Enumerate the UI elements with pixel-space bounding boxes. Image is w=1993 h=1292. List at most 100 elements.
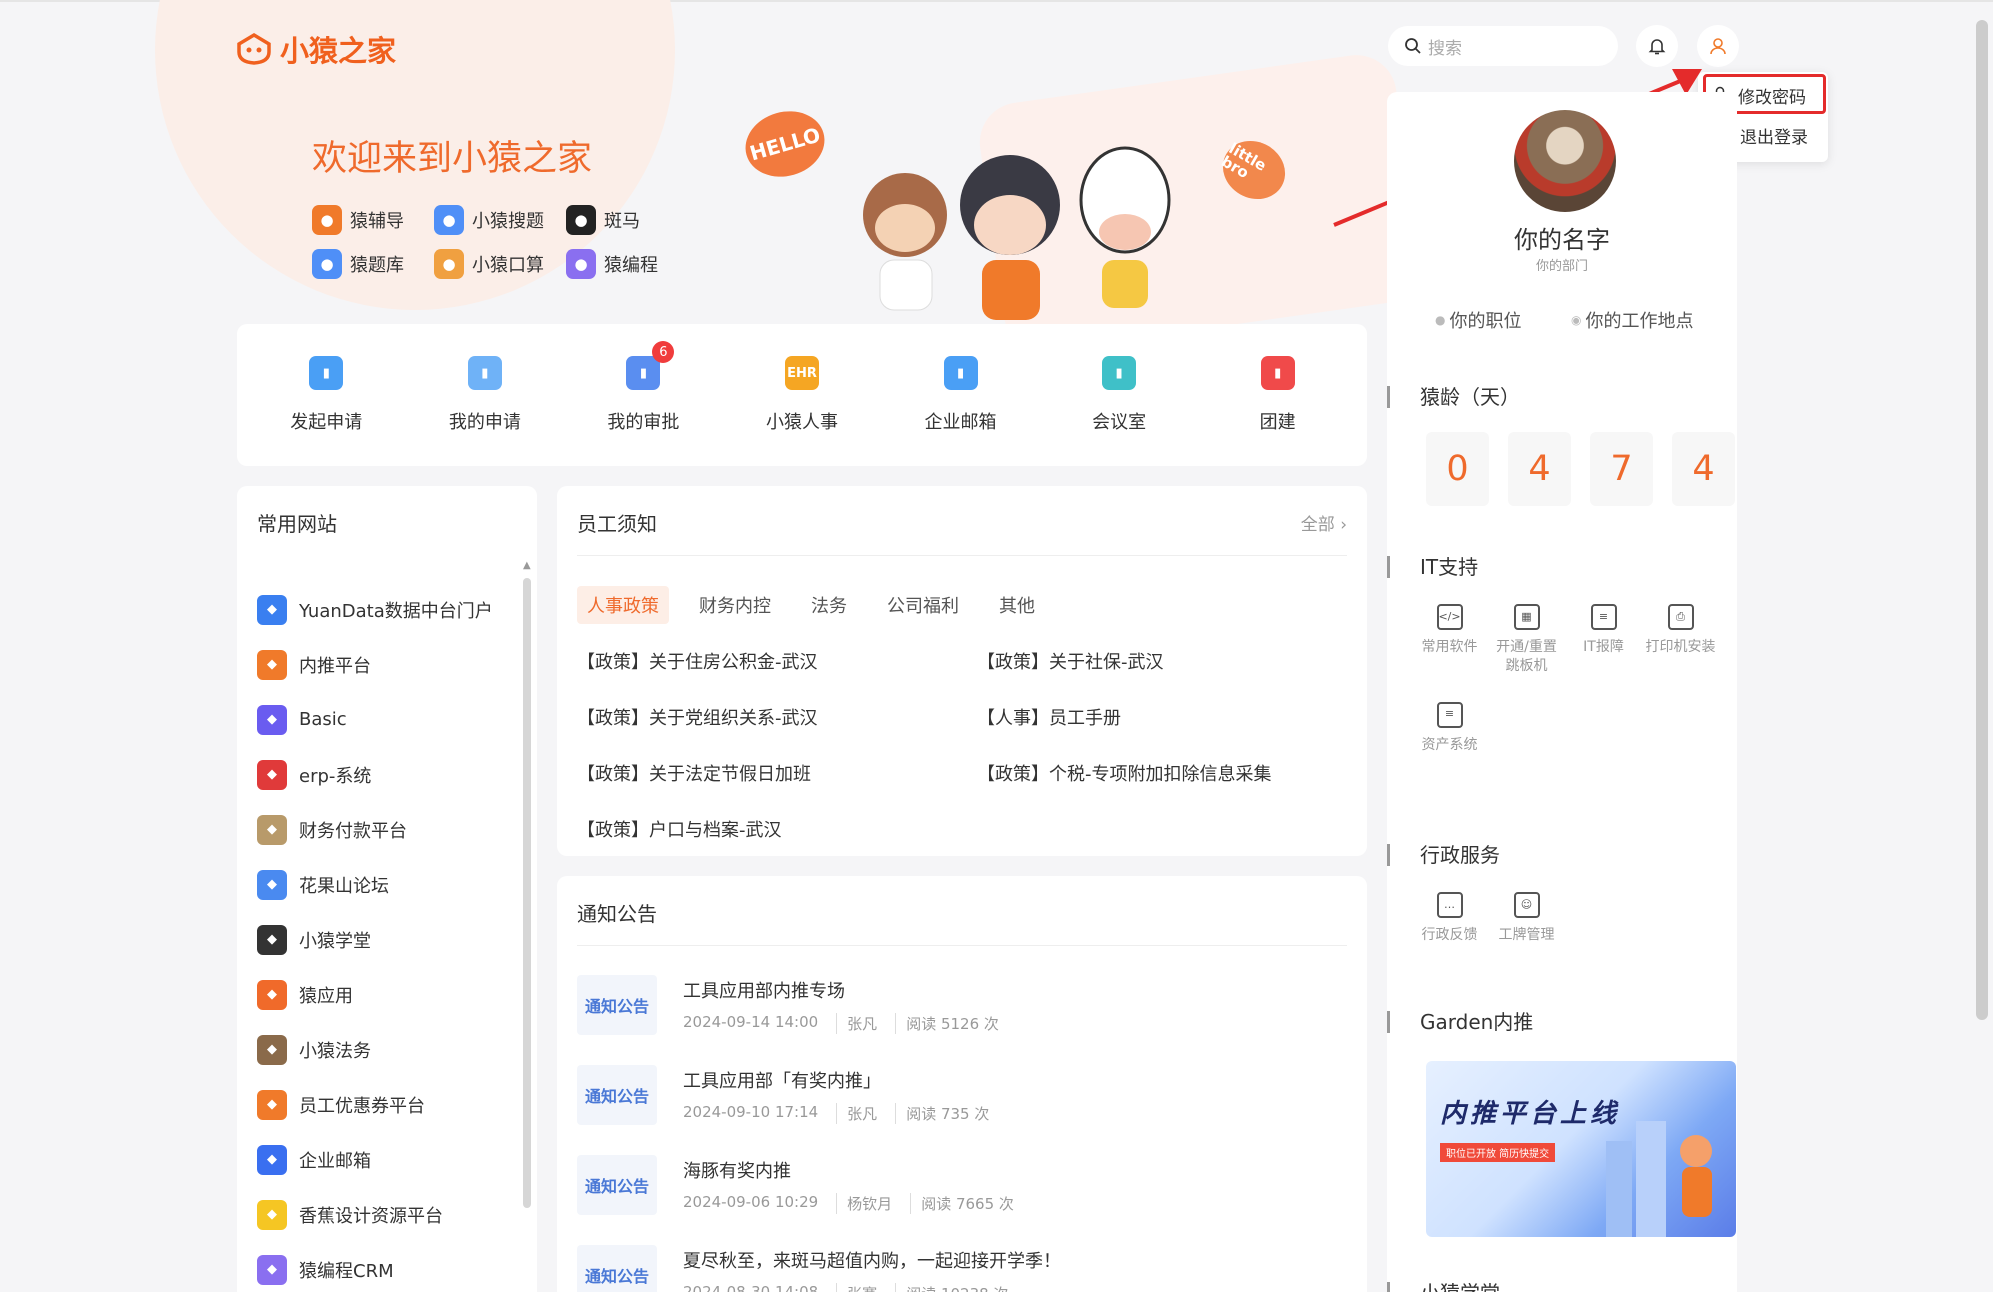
garden-banner-title: 内推平台上线	[1440, 1099, 1621, 1129]
policy-link[interactable]: 【政策】个税-专项附加扣除信息采集	[977, 760, 1357, 786]
garden-banner[interactable]: 内推平台上线 职位已开放 简历快提交	[1426, 1061, 1736, 1237]
product-link[interactable]: ● 猿辅导	[312, 205, 434, 235]
notice-tab[interactable]: 财务内控	[689, 586, 781, 624]
quick-action-my-apply[interactable]: ▮ 我的申请	[430, 356, 540, 434]
announcement-thumbnail-label: 通知公告	[584, 997, 649, 1016]
site-item[interactable]: ◆ erp-系统	[257, 747, 527, 802]
notice-tab[interactable]: 其他	[989, 586, 1045, 624]
site-label: 企业邮箱	[299, 1150, 371, 1172]
announcement-body: 工具应用部内推专场 2024-09-14 14:00 张凡 阅读 5126 次	[683, 977, 1017, 1034]
basic-icon: ◆	[257, 704, 287, 735]
quick-action-mail[interactable]: ▮ 企业邮箱	[906, 356, 1016, 434]
product-link[interactable]: ● 猿编程	[566, 249, 676, 279]
scrollbar-thumb[interactable]	[523, 578, 531, 1208]
profile-avatar[interactable]	[1514, 110, 1616, 212]
product-link[interactable]: ● 小猿搜题	[434, 205, 566, 235]
quick-action-meeting-room[interactable]: ▮ 会议室	[1064, 356, 1174, 434]
tenure-digit: 4	[1672, 432, 1735, 506]
announcement-item[interactable]: 通知公告 夏尽秋至，来斑马超值内购，一起迎接开学季！ 2024-08-30 14:0…	[577, 1230, 1347, 1292]
quick-action-label: 发起申请	[290, 412, 363, 433]
site-item[interactable]: ◆ 员工优惠券平台	[257, 1077, 527, 1132]
logo[interactable]: 小猿之家	[236, 28, 396, 70]
hello-badge: HELLO	[737, 102, 833, 186]
it_support-item[interactable]: </> 常用软件	[1411, 604, 1488, 676]
site-list: ◆ YuanData数据中台门户 ◆ 内推平台 ◆ Basic ◆ erp-系统 ◆ 财务付款平台…	[257, 582, 527, 1292]
page-scrollbar[interactable]	[1976, 20, 1988, 1020]
garden-title: Garden内推	[1387, 1011, 1737, 1033]
site-item[interactable]: ◆ Basic	[257, 692, 527, 747]
finance-icon: ◆	[257, 814, 287, 845]
announcement-title: 海豚有奖内推	[683, 1160, 791, 1182]
it_support-item[interactable]: ▦ 开通/重置 跳板机	[1488, 604, 1565, 676]
site-item[interactable]: ◆ 猿应用	[257, 967, 527, 1022]
site-label: YuanData数据中台门户	[299, 600, 493, 622]
site-item[interactable]: ◆ 财务付款平台	[257, 802, 527, 857]
profile-position-label: 你的职位	[1449, 311, 1522, 332]
site-item[interactable]: ◆ 香蕉设计资源平台	[257, 1187, 527, 1242]
announcement-item[interactable]: 通知公告 工具应用部内推专场 2024-09-14 14:00 张凡 阅读 5126 次	[577, 960, 1347, 1050]
product-link-label: 小猿搜题	[472, 211, 544, 232]
announcement-author: 张凡	[836, 1012, 895, 1034]
announcement-item[interactable]: 通知公告 工具应用部「有奖内推」 2024-09-10 17:14 张凡 阅读 735 …	[577, 1050, 1347, 1140]
policy-link[interactable]: 【政策】关于社保-武汉	[977, 648, 1357, 674]
meeting-room-icon: ▮	[1102, 356, 1137, 390]
product-link[interactable]: ● 斑马	[566, 205, 676, 235]
it_support-item[interactable]: ≡ 资产系统	[1411, 701, 1488, 755]
kousuan-icon: ●	[434, 249, 464, 279]
view-all-link[interactable]: 全部 ›	[1301, 510, 1347, 535]
product-link[interactable]: ● 小猿口算	[434, 249, 566, 279]
admin-item[interactable]: ☺ 工牌管理	[1488, 892, 1565, 945]
site-list-scrollbar[interactable]: ▲	[523, 556, 531, 1292]
announcement-title: 工具应用部「有奖内推」	[683, 1070, 881, 1092]
quick-action-label: 小猿人事	[765, 412, 838, 433]
admin-item[interactable]: … 行政反馈	[1411, 892, 1488, 945]
tenure-section: 猿龄（天） 0474	[1387, 386, 1737, 506]
it_support-item[interactable]: ≡ IT报障	[1565, 604, 1642, 676]
search-icon	[1405, 38, 1421, 54]
site-label: Basic	[299, 709, 347, 730]
next-section-title: 小猿学堂	[1387, 1282, 1737, 1292]
site-item[interactable]: ◆ YuanData数据中台门户	[257, 582, 527, 637]
notice-tabs: 人事政策 财务内控 法务 公司福利 其他	[557, 556, 1367, 624]
announcement-meta: 2024-09-10 17:14 张凡 阅读 735 次	[683, 1102, 1007, 1124]
announcement-list: 通知公告 工具应用部内推专场 2024-09-14 14:00 张凡 阅读 5126 次…	[557, 946, 1367, 1292]
quick-action-flag[interactable]: ▮ 团建	[1223, 356, 1333, 434]
site-item[interactable]: ◆ 花果山论坛	[257, 857, 527, 912]
product-link[interactable]: ● 猿题库	[312, 249, 434, 279]
common-sites-title: 常用网站	[257, 512, 337, 536]
announcement-date: 2024-08-30 14:08	[683, 1282, 819, 1292]
announcement-meta: 2024-09-06 10:29 杨钦月 阅读 7665 次	[683, 1192, 1032, 1214]
site-item[interactable]: ◆ 小猿学堂	[257, 912, 527, 967]
policy-link[interactable]: 【政策】关于党组织关系-武汉	[577, 704, 977, 730]
profile-dept: 你的部门	[1535, 259, 1588, 274]
announcement-date: 2024-09-06 10:29	[683, 1192, 819, 1211]
approval-icon: ▮	[626, 356, 661, 390]
view-all-label: 全部	[1300, 515, 1335, 535]
mail-icon: ◆	[257, 1144, 287, 1175]
notice-tab[interactable]: 人事政策	[577, 586, 669, 624]
announcement-item[interactable]: 通知公告 海豚有奖内推 2024-09-06 10:29 杨钦月 阅读 7665 次	[577, 1140, 1347, 1230]
site-label: 香蕉设计资源平台	[299, 1205, 443, 1227]
yuanapp-icon: ◆	[257, 979, 287, 1010]
quick-action-apply[interactable]: ▮ 发起申请	[271, 356, 381, 434]
common-sites-card: 常用网站 ◆ YuanData数据中台门户 ◆ 内推平台 ◆ Basic ◆ erp-系统 ◆ 财…	[237, 486, 537, 1292]
policy-link[interactable]: 【政策】关于住房公积金-武汉	[577, 648, 977, 674]
quick-action-approval[interactable]: ▮ 我的审批 6	[588, 341, 698, 434]
product-link-label: 斑马	[604, 211, 640, 232]
notice-tab[interactable]: 公司福利	[877, 586, 969, 624]
site-item[interactable]: ◆ 内推平台	[257, 637, 527, 692]
quick-action-ehr[interactable]: EHR 小猿人事	[747, 356, 857, 434]
scroll-up-arrow[interactable]: ▲	[523, 560, 531, 571]
it_support-item[interactable]: ⎙ 打印机安装	[1642, 604, 1719, 676]
policy-link[interactable]: 【政策】关于法定节假日加班	[577, 760, 977, 786]
site-item[interactable]: ◆ 猿编程CRM	[257, 1242, 527, 1292]
policy-link[interactable]: 【政策】户口与档案-武汉	[577, 816, 977, 842]
logo-text: 小猿之家	[280, 34, 397, 68]
announcement-meta: 2024-08-30 14:08 张赛阅读 10238 次	[683, 1282, 1061, 1292]
notice-tab[interactable]: 法务	[801, 586, 857, 624]
site-item[interactable]: ◆ 小猿法务	[257, 1022, 527, 1077]
policy-link[interactable]: 【人事】员工手册	[977, 704, 1357, 730]
biancheng-icon: ●	[566, 249, 596, 279]
site-item[interactable]: ◆ 企业邮箱	[257, 1132, 527, 1187]
chevron-right-icon: ›	[1340, 515, 1347, 535]
